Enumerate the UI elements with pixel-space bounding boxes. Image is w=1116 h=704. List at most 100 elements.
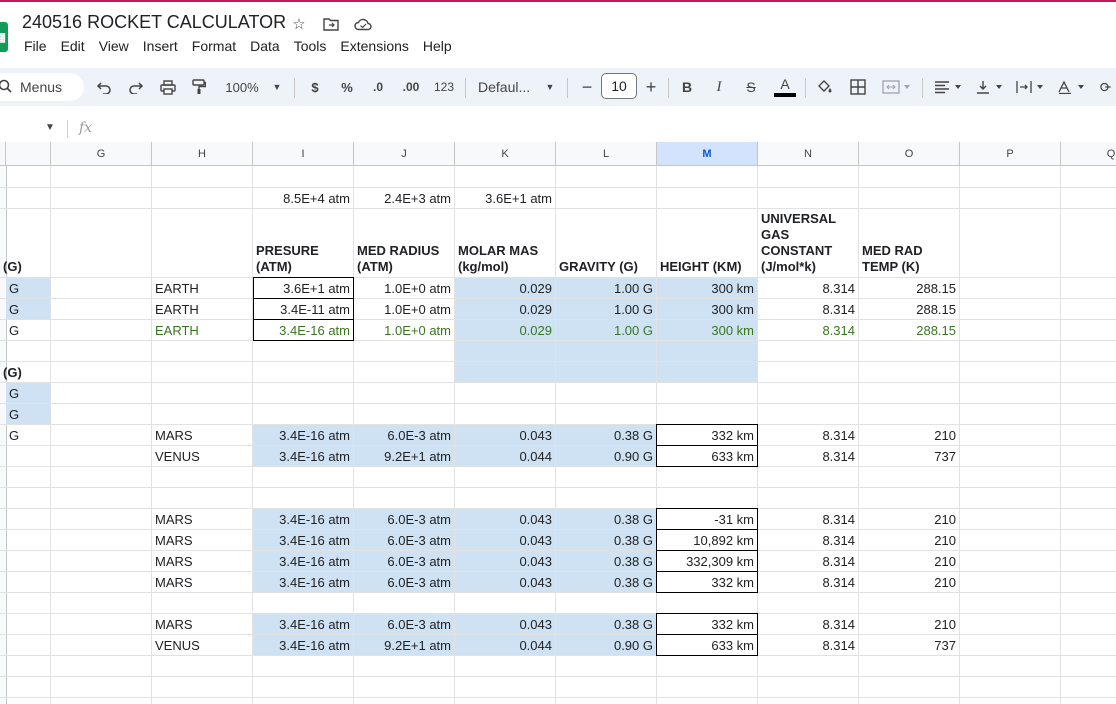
sheets-logo-icon[interactable]: ▦	[0, 22, 8, 52]
cell-f-g[interactable]: G	[6, 320, 50, 340]
header-med-radius[interactable]: MED RADIUS (ATM)	[354, 209, 454, 277]
text-rotation-icon[interactable]	[1055, 74, 1089, 100]
chevron-down-icon[interactable]: ▼	[543, 74, 557, 100]
cell-pressure[interactable]: 3.6E+1 atm	[253, 277, 354, 299]
cell-gas-constant[interactable]: 8.314	[758, 530, 858, 550]
cell-f-g[interactable]: G	[6, 425, 50, 445]
menu-data[interactable]: Data	[250, 38, 288, 54]
column-header-q[interactable]: Q	[1061, 142, 1116, 166]
borders-icon[interactable]	[848, 74, 868, 100]
cell-radius[interactable]: 6.0E-3 atm	[354, 530, 454, 550]
cell-height[interactable]: 332 km	[656, 613, 758, 635]
number-format-button[interactable]: 123	[432, 74, 456, 100]
cell-radius[interactable]: 9.2E+1 atm	[354, 446, 454, 466]
cell-gravity[interactable]: 0.38 G	[556, 509, 656, 529]
cell-temp[interactable]: 210	[859, 509, 959, 529]
cell-gas-constant[interactable]: 8.314	[758, 509, 858, 529]
cell-molar[interactable]: 0.043	[455, 614, 555, 634]
cell-pressure[interactable]: 3.4E-11 atm	[253, 298, 354, 320]
cell-gravity[interactable]: 1.00 G	[556, 320, 656, 340]
cell-k3[interactable]: 3.6E+1 atm	[455, 188, 555, 208]
cell-planet[interactable]: VENUS	[152, 446, 252, 466]
header-f-gravity[interactable]: (G)	[0, 209, 50, 277]
cell-pressure[interactable]: 3.4E-16 atm	[253, 446, 353, 466]
cell-molar[interactable]: 0.043	[455, 572, 555, 592]
cell-planet[interactable]: EARTH	[152, 320, 252, 340]
cell-planet[interactable]: MARS	[152, 572, 252, 592]
menu-file[interactable]: File	[24, 38, 55, 54]
cell-molar[interactable]: 0.044	[455, 446, 555, 466]
column-header-l[interactable]: L	[556, 142, 657, 166]
cell-pressure[interactable]: 3.4E-16 atm	[253, 614, 353, 634]
menu-view[interactable]: View	[99, 38, 137, 54]
zoom-select[interactable]: 100%	[222, 74, 262, 100]
cell-blank-highlight[interactable]	[455, 362, 555, 382]
increase-font-size-icon[interactable]: +	[642, 74, 660, 100]
cell-molar[interactable]: 0.043	[455, 530, 555, 550]
cell-f-g[interactable]: G	[6, 299, 50, 319]
column-header-k[interactable]: K	[455, 142, 556, 166]
decrease-decimal-button[interactable]: .0	[367, 74, 389, 100]
cell-radius[interactable]: 6.0E-3 atm	[354, 572, 454, 592]
cell-height[interactable]: 300 km	[657, 299, 757, 319]
undo-icon[interactable]	[94, 74, 114, 100]
cell-molar[interactable]: 0.043	[455, 425, 555, 445]
column-header-i[interactable]: I	[253, 142, 354, 166]
cell-temp[interactable]: 737	[859, 635, 959, 655]
column-header-h[interactable]: H	[152, 142, 253, 166]
insert-link-icon[interactable]	[1100, 74, 1116, 100]
cell-i3[interactable]: 8.5E+4 atm	[253, 188, 353, 208]
cell-molar[interactable]: 0.044	[455, 635, 555, 655]
cell-gas-constant[interactable]: 8.314	[758, 572, 858, 592]
font-family-select[interactable]: Defaul...	[478, 74, 540, 100]
cell-radius[interactable]: 1.0E+0 atm	[354, 320, 454, 340]
cell-gravity[interactable]: 0.38 G	[556, 551, 656, 571]
cell-molar[interactable]: 0.029	[455, 320, 555, 340]
header-pressure[interactable]: PRESURE (ATM)	[253, 209, 353, 277]
cell-f-g[interactable]: G	[6, 404, 50, 424]
cell-gravity[interactable]: 1.00 G	[556, 278, 656, 298]
cell-radius[interactable]: 6.0E-3 atm	[354, 551, 454, 571]
cell-gravity[interactable]: 0.38 G	[556, 614, 656, 634]
cell-blank-highlight[interactable]	[556, 341, 656, 361]
print-icon[interactable]	[158, 74, 178, 100]
header-molar-mass[interactable]: MOLAR MAS (kg/mol)	[455, 209, 555, 277]
cell-temp[interactable]: 210	[859, 530, 959, 550]
cell-height[interactable]: 300 km	[657, 278, 757, 298]
menu-insert[interactable]: Insert	[143, 38, 186, 54]
column-header-g[interactable]: G	[51, 142, 152, 166]
merge-cells-icon[interactable]	[880, 74, 914, 100]
cell-gravity[interactable]: 0.38 G	[556, 425, 656, 445]
vertical-align-icon[interactable]	[973, 74, 1007, 100]
cell-planet[interactable]: MARS	[152, 425, 252, 445]
currency-format-button[interactable]: $	[306, 74, 324, 100]
cell-planet[interactable]: MARS	[152, 509, 252, 529]
cell-gravity[interactable]: 0.38 G	[556, 530, 656, 550]
bold-button[interactable]: B	[678, 74, 696, 100]
cell-blank-highlight[interactable]	[556, 362, 656, 382]
cell-gravity[interactable]: 0.38 G	[556, 572, 656, 592]
cell-gas-constant[interactable]: 8.314	[758, 425, 858, 445]
menu-tools[interactable]: Tools	[294, 38, 335, 54]
cell-temp[interactable]: 210	[859, 572, 959, 592]
cell-height[interactable]: 633 km	[656, 445, 758, 467]
decrease-font-size-icon[interactable]: −	[578, 74, 596, 100]
cell-pressure[interactable]: 3.4E-16 atm	[253, 425, 353, 445]
cell-temp[interactable]: 210	[859, 551, 959, 571]
strikethrough-button[interactable]: S	[742, 74, 760, 100]
horizontal-align-icon[interactable]	[932, 74, 966, 100]
cell-height[interactable]: 10,892 km	[656, 529, 758, 551]
cell-gravity[interactable]: 0.90 G	[556, 635, 656, 655]
cell-planet[interactable]: MARS	[152, 551, 252, 571]
cell-radius[interactable]: 1.0E+0 atm	[354, 278, 454, 298]
cell-gas-constant[interactable]: 8.314	[758, 551, 858, 571]
italic-button[interactable]: I	[710, 74, 728, 100]
cell-pressure[interactable]: 3.4E-16 atm	[253, 530, 353, 550]
column-header-p[interactable]: P	[960, 142, 1061, 166]
cell-radius[interactable]: 6.0E-3 atm	[354, 614, 454, 634]
cell-pressure[interactable]: 3.4E-16 atm	[253, 319, 354, 341]
cell-height[interactable]: 332 km	[656, 571, 758, 593]
cell-temp[interactable]: 737	[859, 446, 959, 466]
cell-height[interactable]: 332 km	[656, 424, 758, 446]
cell-gas-constant[interactable]: 8.314	[758, 299, 858, 319]
